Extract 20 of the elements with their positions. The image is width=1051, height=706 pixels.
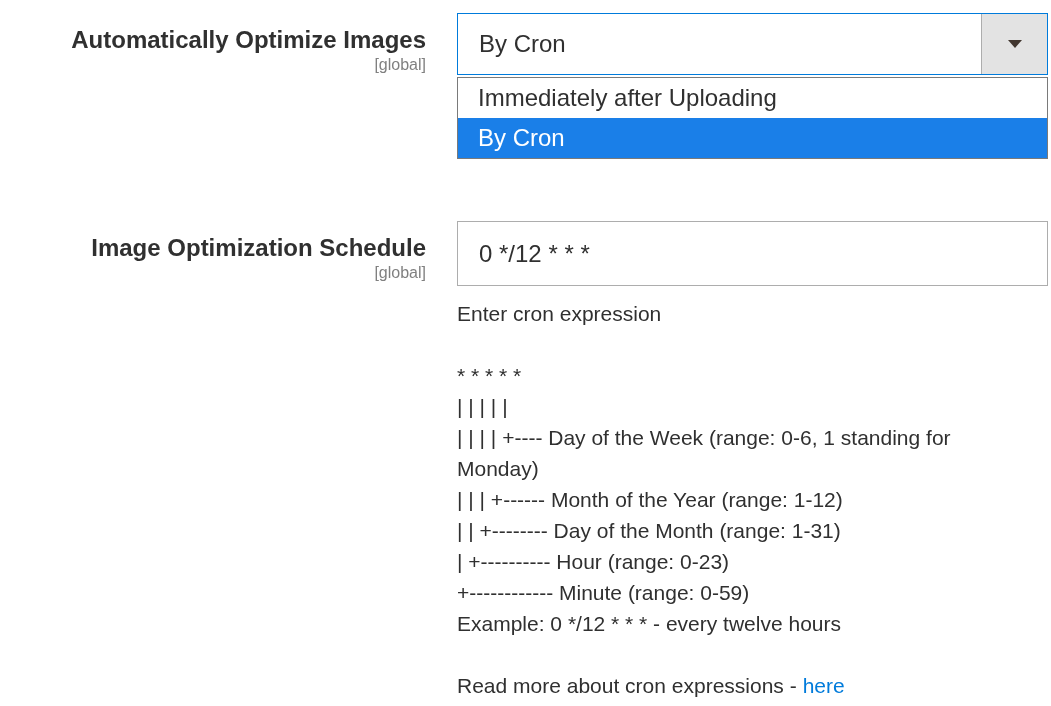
field-note: Enter cron expression (457, 301, 662, 327)
scope-label: [global] (374, 263, 426, 283)
help-text-line: Example: 0 */12 * * * - every twelve hours (457, 611, 842, 637)
help-text-line: * * * * * (457, 363, 523, 389)
scope-label: [global] (374, 55, 426, 75)
help-text-line: | | | | +---- Day of the Week (range: 0-6, 1 standing for Monday) (457, 425, 952, 482)
help-text-line: | | | | | (457, 394, 509, 420)
help-text-line: | | | +------ Month of the Year (range: 1-12) (457, 487, 844, 513)
field-label: Image Optimization Schedule (91, 233, 426, 263)
dropdown-toggle[interactable] (981, 14, 1047, 74)
input-field[interactable]: 0 */12 * * * (457, 221, 1048, 286)
help-text-line: | +---------- Hour (range: 0-23) (457, 549, 731, 575)
help-text-line: +------------ Minute (range: 0-59) (457, 580, 751, 606)
help-text: Read more about cron expressions - (457, 673, 797, 699)
here-link[interactable]: here (802, 670, 845, 701)
field-label: Automatically Optimize Images (71, 25, 426, 55)
select-field[interactable]: By Cron (457, 13, 1048, 75)
help-text-line: | | +-------- Day of the Month (range: 1-31) (457, 518, 842, 544)
caret-icon (1007, 40, 1022, 48)
dropdown-option[interactable]: By Cron (458, 118, 1047, 158)
